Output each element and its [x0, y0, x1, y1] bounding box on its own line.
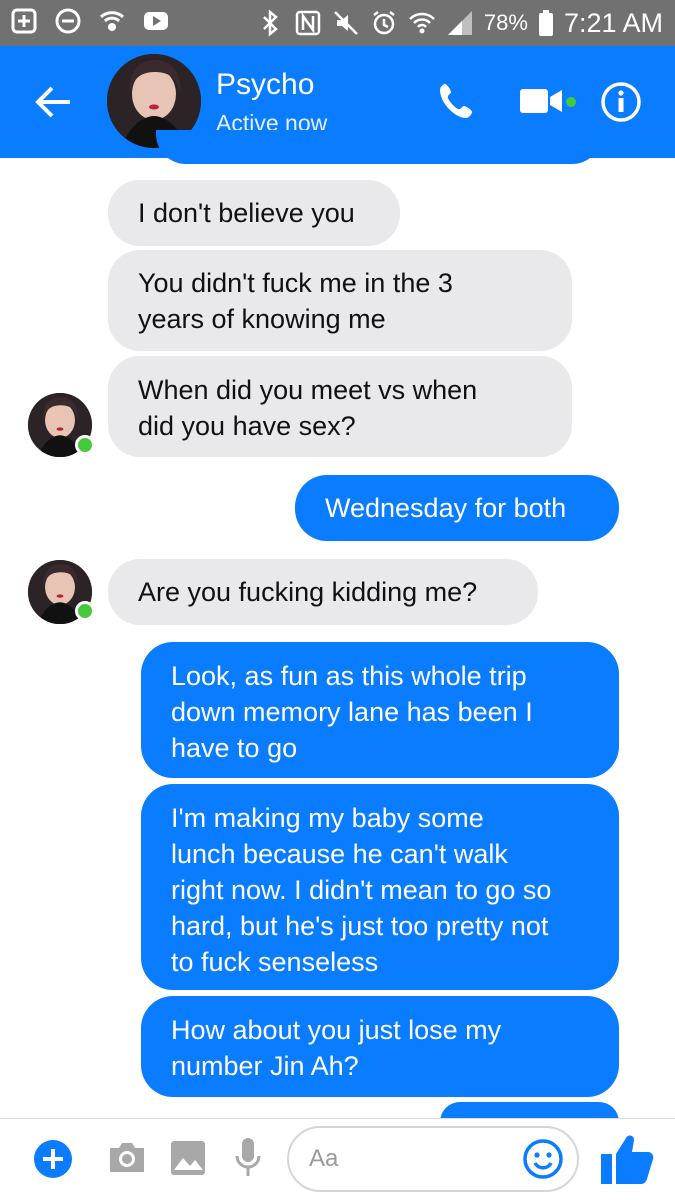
signal-icon [447, 11, 472, 35]
message-text: I'm making my baby some lunch because he… [171, 803, 552, 977]
contact-name[interactable]: Psycho [216, 68, 314, 102]
video-available-dot [566, 97, 576, 107]
message-bubble-clipped [156, 130, 602, 164]
message-bubble-outgoing[interactable]: Look, as fun as this whole trip down mem… [141, 642, 619, 778]
alarm-icon [373, 11, 395, 35]
message-bubble-incoming[interactable]: Are you fucking kidding me? [108, 559, 538, 625]
image-icon[interactable] [170, 1140, 206, 1176]
message-bubble-incoming[interactable]: You didn't fuck me in the 3 years of kno… [108, 250, 572, 351]
message-bubble-incoming[interactable]: I don't believe you [108, 180, 400, 246]
mute-icon [334, 11, 358, 35]
message-text: I don't believe you [138, 198, 355, 228]
message-text: Look, as fun as this whole trip down mem… [171, 661, 533, 763]
message-bubble-outgoing[interactable]: Wednesday for both [295, 475, 619, 541]
back-arrow-icon[interactable] [32, 82, 74, 122]
youtube-icon [144, 12, 168, 30]
clock: 7:21 AM [563, 7, 663, 38]
video-camera-icon[interactable] [518, 84, 564, 118]
online-status-dot [75, 601, 95, 621]
message-text: When did you meet vs when did you have s… [138, 375, 478, 441]
wifi-call-icon [99, 11, 125, 31]
thumbs-up-icon[interactable] [598, 1130, 656, 1188]
info-icon[interactable] [600, 81, 642, 123]
message-bubble-outgoing[interactable]: I'm making my baby some lunch because he… [141, 784, 619, 990]
message-bubble-incoming[interactable]: When did you meet vs when did you have s… [108, 356, 572, 457]
status-bar-system: 78% 7:21 AM [256, 4, 663, 42]
battery-icon [538, 10, 553, 36]
status-bar: 78% 7:21 AM [0, 0, 675, 46]
message-bubble-outgoing[interactable]: How about you just lose my number Jin Ah… [141, 996, 619, 1097]
message-text: Wednesday for both [325, 493, 567, 523]
plus-icon[interactable] [33, 1139, 73, 1179]
add-box-icon [11, 8, 37, 34]
message-text: Are you fucking kidding me? [138, 577, 478, 607]
phone-icon[interactable] [437, 81, 477, 121]
emoji-icon[interactable] [522, 1138, 564, 1180]
do-not-disturb-icon [55, 8, 81, 34]
wifi-icon [409, 12, 435, 34]
status-bar-notifications [10, 7, 170, 35]
message-text: How about you just lose my number Jin Ah… [171, 1015, 502, 1081]
bluetooth-icon [263, 9, 278, 37]
camera-icon[interactable] [106, 1140, 148, 1176]
nfc-icon [295, 10, 321, 36]
online-status-dot [75, 435, 95, 455]
battery-percent: 78% [483, 10, 528, 35]
message-input-placeholder: Aa [309, 1145, 339, 1172]
message-text: You didn't fuck me in the 3 years of kno… [138, 268, 453, 334]
microphone-icon[interactable] [234, 1136, 262, 1178]
